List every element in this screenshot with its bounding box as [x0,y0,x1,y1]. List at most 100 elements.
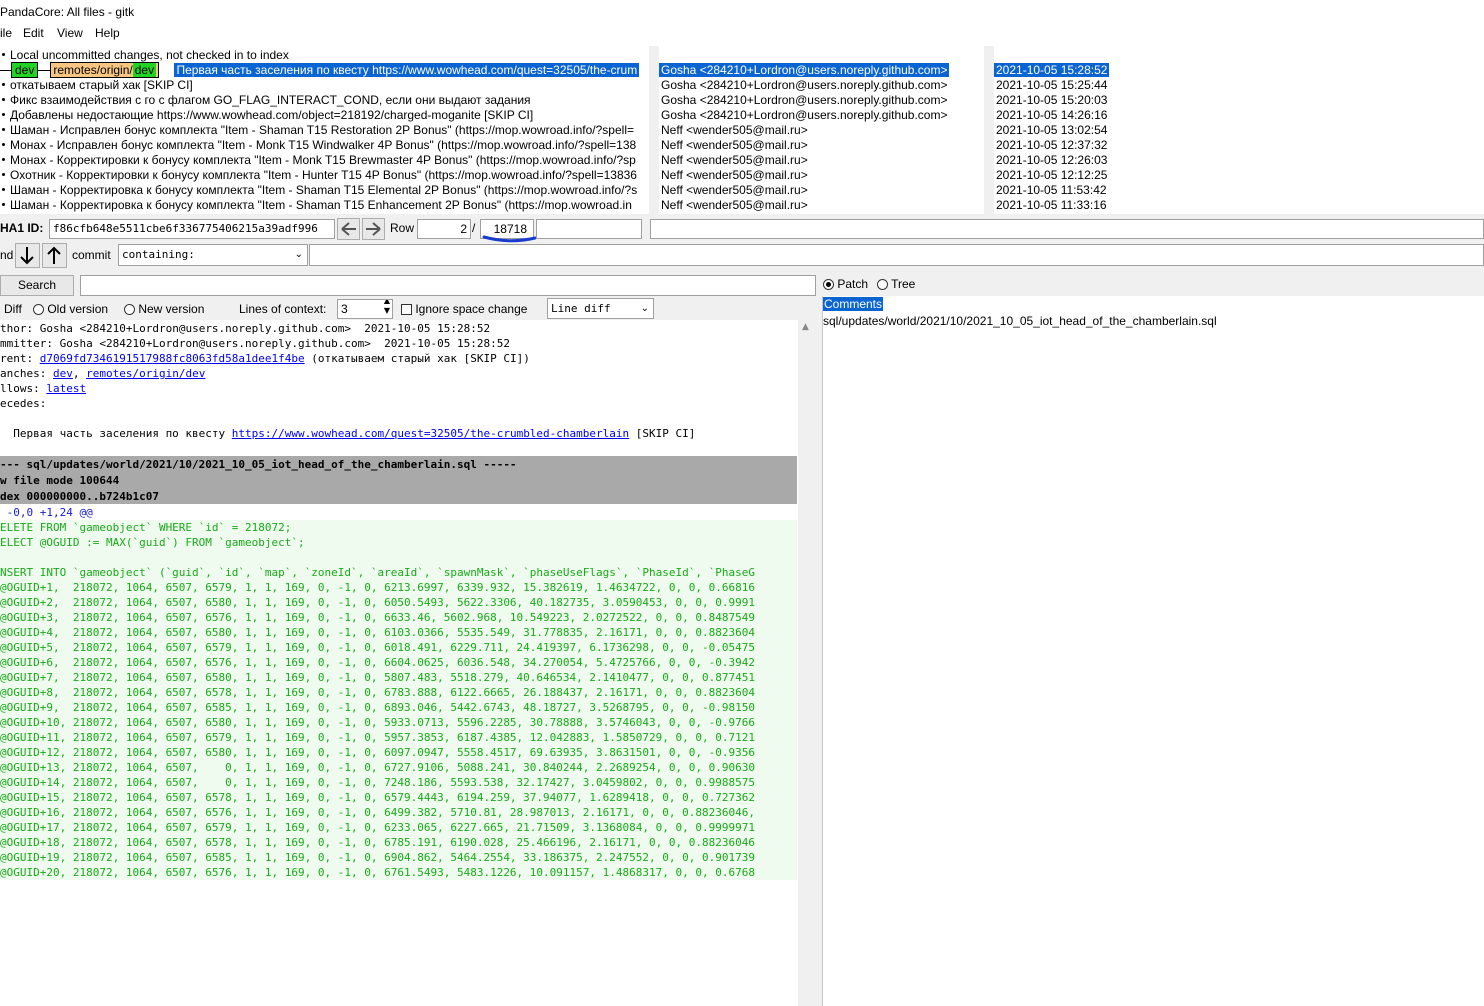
committer-line: mmitter: Gosha <284210+Lordron@users.nor… [0,337,510,350]
chevron-down-icon: ⌄ [640,303,649,314]
commit-date[interactable]: 2021-10-05 11:33:16 [996,198,1107,213]
follows-link[interactable]: latest [46,382,86,395]
commit-author[interactable]: Gosha <284210+Lordron@users.noreply.gith… [661,93,947,108]
diff-added-line: @OGUID+6, 218072, 1064, 6507, 6576, 1, 1… [0,656,755,669]
commit-date-pane[interactable]: 2021-10-05 15:28:52 2021-10-05 15:25:44 2… [994,46,1484,214]
commit-row[interactable]: Монах - Корректировки к бонусу комплекта… [0,153,636,168]
commit-row[interactable]: Добавлены недостающие https://www.wowhea… [0,108,533,123]
commit-author[interactable]: Neff <wender505@mail.ru> [661,138,808,153]
context-spinbox[interactable]: 3 ▲ ▼ [337,299,393,319]
diff-added-line: @OGUID+5, 218072, 1064, 6507, 6579, 1, 1… [0,641,755,654]
old-version-radio[interactable]: Old version [33,302,108,316]
commit-message-body: Первая часть заселения по квесту https:/… [0,427,696,440]
find-type[interactable]: commit [72,248,111,262]
graph-node [2,112,5,116]
pane-splitter[interactable] [649,46,659,214]
search-button[interactable]: Search [0,275,74,296]
commit-author[interactable]: Neff <wender505@mail.ru> [661,183,808,198]
find-mode-select[interactable]: containing: ⌄ [118,244,308,266]
commit-date[interactable]: 2021-10-05 12:26:03 [996,153,1107,168]
menu-edit[interactable]: Edit [23,26,44,40]
diff-added-line: @OGUID+11, 218072, 1064, 6507, 6579, 1, … [0,731,755,744]
commit-graph-pane[interactable]: Local uncommitted changes, not checked i… [0,46,649,214]
commit-author[interactable]: Neff <wender505@mail.ru> [661,153,808,168]
graph-line [0,70,11,72]
file-item[interactable]: sql/updates/world/2021/10/2021_10_05_iot… [823,314,1217,329]
commit-date[interactable]: 2021-10-05 13:02:54 [996,123,1107,138]
ignore-space-checkbox[interactable]: Ignore space change [401,302,527,316]
commit-date[interactable]: 2021-10-05 12:37:32 [996,138,1107,153]
patch-radio[interactable]: Patch [823,277,868,291]
pane-splitter[interactable] [984,46,994,214]
commit-date[interactable]: 2021-10-05 15:20:03 [996,93,1107,108]
commit-message: Монах - Исправлен бонус комплекта "Item … [10,138,637,152]
commit-author[interactable]: Gosha <284210+Lordron@users.noreply.gith… [661,78,947,93]
branches-line: anches: dev, remotes/origin/dev [0,367,206,380]
branch-tag-dev[interactable]: dev [11,62,39,78]
commit-author[interactable]: Neff <wender505@mail.ru> [661,198,808,213]
branch-link-dev[interactable]: dev [53,367,73,380]
commit-author-pane[interactable]: Gosha <284210+Lordron@users.noreply.gith… [659,46,984,214]
row-separator: / [472,221,476,235]
commit-author[interactable]: Neff <wender505@mail.ru> [661,168,808,183]
commit-date[interactable]: 2021-10-05 12:12:25 [996,168,1107,183]
arrow-down-icon [20,247,34,265]
diff-scrollbar[interactable]: ▲ [798,320,816,1006]
commit-row-selected[interactable]: dev remotes/origin/dev Первая часть засел… [0,62,640,78]
spinner-icon[interactable]: ▲ ▼ [384,300,390,316]
comments-item[interactable]: Comments [823,297,884,311]
commit-date[interactable]: 2021-10-05 11:53:42 [996,183,1107,198]
arrow-up-icon [47,246,61,264]
find-next-button[interactable] [15,243,40,268]
diff-added-line: @OGUID+14, 218072, 1064, 6507, 0, 1, 1, … [0,776,755,789]
commit-author[interactable]: Neff <wender505@mail.ru> [661,123,808,138]
search-input[interactable] [80,275,816,296]
back-button[interactable] [337,218,360,240]
commit-row[interactable]: Шаман - Исправлен бонус комплекта "Item … [0,123,634,138]
commit-message: Шаман - Исправлен бонус комплекта "Item … [10,123,634,137]
menu-file[interactable]: ile [0,26,12,40]
scroll-up-icon[interactable]: ▲ [802,322,809,332]
commit-row[interactable]: Монах - Исправлен бонус комплекта "Item … [0,138,636,153]
branch-tag-remote[interactable]: remotes/origin/dev [50,62,160,78]
commit-row[interactable]: откатываем старый хак [SKIP CI] [0,78,193,93]
menu-view[interactable]: View [57,26,83,40]
find-prev-button[interactable] [42,243,67,268]
quest-link[interactable]: https://www.wowhead.com/quest=32505/the-… [232,427,629,440]
window-title: PandaCore: All files - gitk [0,5,135,19]
branch-link-remote[interactable]: remotes/origin/dev [86,367,205,380]
diff-mode-select[interactable]: Line diff ⌄ [547,298,654,319]
commit-row[interactable]: Шаман - Корректировка к бонусу комплекта… [0,183,637,198]
graph-node [2,142,5,146]
progress-field [536,219,642,239]
commit-row[interactable]: Охотник - Корректировки к бонусу комплек… [0,168,637,183]
parent-line: rent: d7069fd7346191517988fc8063fd58a1de… [0,352,530,365]
commit-date[interactable]: 2021-10-05 14:26:16 [996,108,1107,123]
diff-pane[interactable]: thor: Gosha <284210+Lordron@users.norepl… [0,320,798,1006]
commit-row-local-changes[interactable]: Local uncommitted changes, not checked i… [0,48,289,63]
parent-link[interactable]: d7069fd7346191517988fc8063fd58a1dee1f4be [40,352,305,365]
commit-row[interactable]: Фикс взаимодействия с го с флагом GO_FLA… [0,93,531,108]
file-list-pane[interactable]: Comments sql/updates/world/2021/10/2021_… [822,296,1484,1006]
forward-button[interactable] [362,218,385,240]
diff-added-line: ELETE FROM `gameobject` WHERE `id` = 218… [0,521,292,534]
graph-node [2,127,5,131]
diff-added-line: @OGUID+9, 218072, 1064, 6507, 6585, 1, 1… [0,701,755,714]
diff-added-line: @OGUID+18, 218072, 1064, 6507, 6578, 1, … [0,836,755,849]
diff-added-line: @OGUID+13, 218072, 1064, 6507, 0, 1, 1, … [0,761,755,774]
commit-row[interactable]: Шаман - Корректировка к бонусу комплекта… [0,198,632,213]
tree-radio[interactable]: Tree [877,277,915,291]
commit-message: откатываем старый хак [SKIP CI] [10,78,193,92]
sha-input[interactable]: f86cfb648e5511cbe6f336775406215a39adf996 [49,219,335,239]
commit-date[interactable]: 2021-10-05 15:25:44 [996,78,1107,93]
menu-help[interactable]: Help [95,26,120,40]
diff-added-line: @OGUID+15, 218072, 1064, 6507, 6578, 1, … [0,791,755,804]
title-bar: PandaCore: All files - gitk [0,0,1484,24]
commit-message: Шаман - Корректировка к бонусу комплекта… [10,183,638,197]
new-version-radio[interactable]: New version [124,302,204,316]
follows-line: llows: latest [0,382,87,395]
find-input[interactable] [309,244,1484,266]
diff-added-line: @OGUID+8, 218072, 1064, 6507, 6578, 1, 1… [0,686,755,699]
find-mode-value: containing: [122,248,195,261]
commit-author[interactable]: Gosha <284210+Lordron@users.noreply.gith… [661,108,947,123]
